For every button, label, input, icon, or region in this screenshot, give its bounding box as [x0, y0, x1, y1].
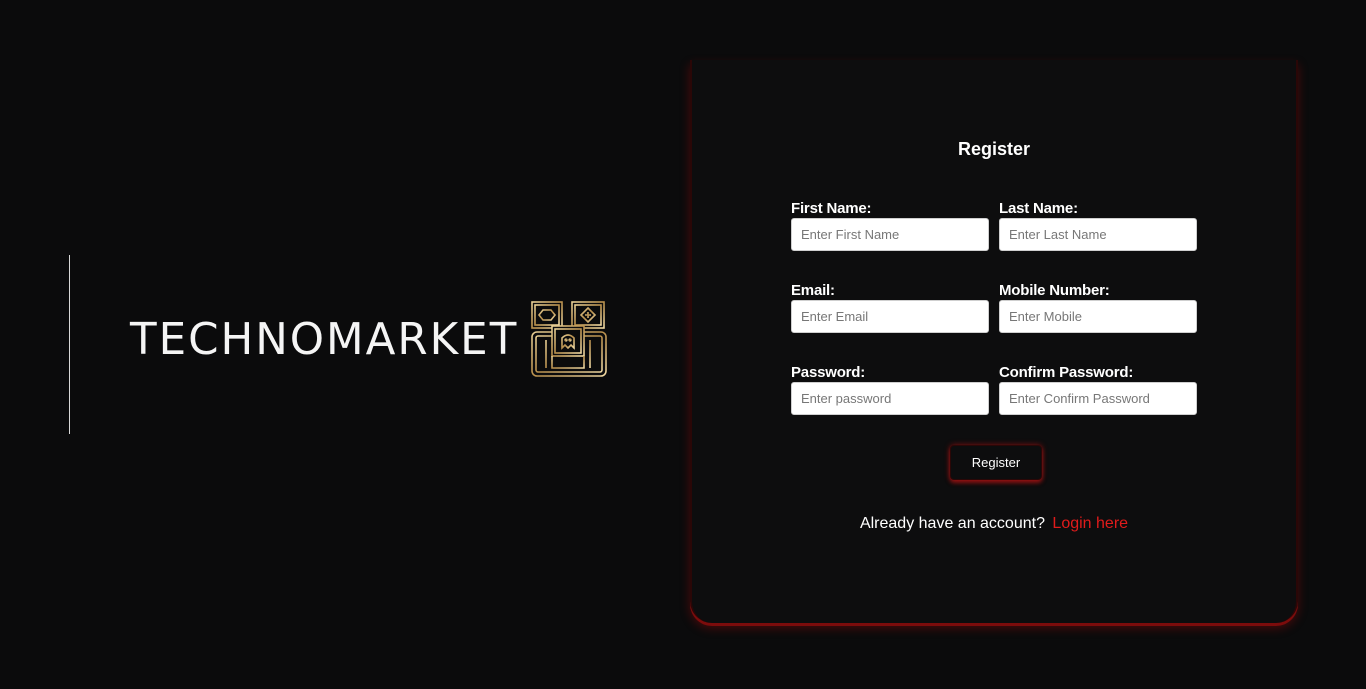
last-name-label: Last Name:	[999, 200, 1078, 217]
confirm-password-input[interactable]	[999, 382, 1197, 415]
last-name-input[interactable]	[999, 218, 1197, 251]
email-field: Email:	[791, 282, 989, 333]
brand-name: TECHNOMARKET	[130, 314, 519, 365]
register-button[interactable]: Register	[950, 445, 1042, 480]
email-input[interactable]	[791, 300, 989, 333]
first-name-input[interactable]	[791, 218, 989, 251]
email-label: Email:	[791, 282, 835, 299]
mobile-input[interactable]	[999, 300, 1197, 333]
password-field: Password:	[791, 364, 989, 415]
login-prompt-text: Already have an account?	[859, 515, 1045, 532]
mobile-label: Mobile Number:	[999, 282, 1110, 299]
password-label: Password:	[791, 364, 866, 381]
gaming-device-icon	[531, 301, 608, 377]
password-input[interactable]	[791, 382, 989, 415]
confirm-password-field: Confirm Password:	[999, 364, 1197, 415]
confirm-password-label: Confirm Password:	[999, 364, 1134, 381]
login-link[interactable]: Login here	[1052, 515, 1128, 532]
login-prompt-row: Already have an account? Login here	[692, 515, 1296, 533]
brand-divider-left	[69, 255, 70, 434]
first-name-field: First Name:	[791, 200, 989, 251]
first-name-label: First Name:	[791, 200, 872, 217]
last-name-field: Last Name:	[999, 200, 1197, 251]
register-page: TECHNOMARKET Register First Name: Enter …	[0, 0, 1366, 689]
register-title: Register	[957, 139, 1031, 159]
brand-logo-group: TECHNOMARKET	[130, 300, 608, 380]
mobile-field: Mobile Number:	[999, 282, 1197, 333]
register-card: Register First Name: Last Name: Email: M…	[690, 60, 1298, 623]
